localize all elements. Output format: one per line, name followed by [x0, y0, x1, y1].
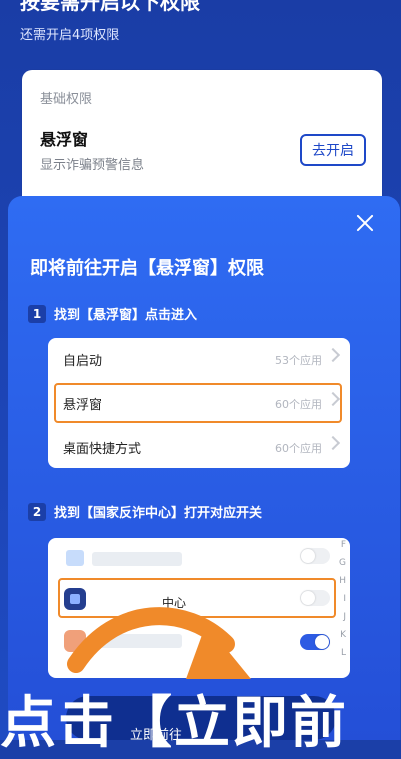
page-subtitle: 还需开启4项权限: [20, 28, 120, 43]
settings-list: 自启动 53个应用 悬浮窗 60个应用 桌面快捷方式 60个应用: [48, 338, 350, 468]
step-2-text: 找到【国家反诈中心】打开对应开关: [54, 506, 263, 521]
step-2: 2 找到【国家反诈中心】打开对应开关: [28, 502, 262, 521]
step-1-text: 找到【悬浮窗】点击进入: [54, 308, 198, 323]
permission-guide-sheet: 即将前往开启【悬浮窗】权限 1 找到【悬浮窗】点击进入 自启动 53个应用 悬浮…: [8, 196, 400, 740]
list-item-count: 53个应用: [275, 354, 322, 367]
step-2-number: 2: [28, 502, 46, 521]
alphabet-index[interactable]: G: [339, 558, 346, 568]
close-icon[interactable]: [354, 212, 376, 234]
list-item-label: 桌面快捷方式: [63, 442, 142, 457]
toggle-switch[interactable]: [300, 548, 330, 564]
chevron-right-icon: [325, 347, 341, 363]
list-item-count: 60个应用: [275, 442, 322, 455]
section-label: 基础权限: [40, 92, 93, 107]
alphabet-index[interactable]: F: [341, 540, 346, 550]
step-1: 1 找到【悬浮窗】点击进入: [28, 304, 197, 323]
open-permission-button[interactable]: 去开启: [300, 134, 366, 166]
list-item-label: 自启动: [63, 354, 103, 369]
blurred-app-name: [92, 552, 182, 566]
highlight-box: [54, 383, 342, 423]
list-item[interactable]: 桌面快捷方式 60个应用: [48, 426, 350, 468]
step-1-number: 1: [28, 304, 46, 323]
sheet-title: 即将前往开启【悬浮窗】权限: [30, 258, 264, 279]
page-title: 按要需开启以下权限: [20, 0, 200, 14]
chevron-right-icon: [325, 435, 341, 451]
alphabet-index[interactable]: I: [343, 594, 346, 604]
permission-description: 显示诈骗预警信息: [40, 158, 145, 173]
alphabet-index[interactable]: L: [341, 648, 346, 658]
alphabet-index[interactable]: J: [343, 612, 346, 622]
app-icon-placeholder: [66, 550, 84, 566]
alphabet-index[interactable]: K: [340, 630, 346, 640]
alphabet-index[interactable]: H: [339, 576, 346, 586]
toggle-switch-on[interactable]: [300, 634, 330, 650]
permission-title: 悬浮窗: [40, 130, 89, 149]
list-item[interactable]: 自启动 53个应用: [48, 338, 350, 380]
video-caption: 点击【立即前: [0, 678, 401, 756]
caption-text: 点击【立即前: [0, 691, 348, 756]
